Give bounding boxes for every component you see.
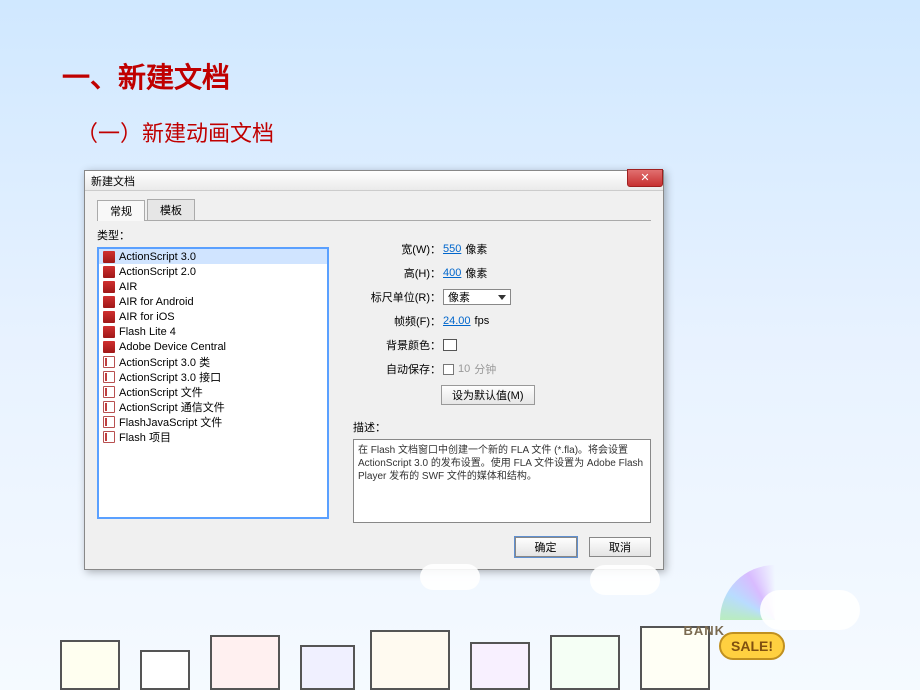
page-title: 一、新建文档 — [62, 56, 230, 96]
set-default-button[interactable]: 设为默认值(M) — [441, 385, 535, 405]
type-item[interactable]: AIR for Android — [99, 294, 327, 309]
building-icon — [470, 642, 530, 690]
as-file-icon — [103, 401, 115, 413]
type-item-label: AIR — [119, 281, 137, 293]
autosave-label: 自动保存： — [353, 361, 441, 377]
fla-file-icon — [103, 251, 115, 263]
autosave-value: 10 — [458, 363, 470, 375]
close-button[interactable]: ✕ — [627, 169, 663, 187]
cloud-icon — [420, 564, 480, 590]
type-item[interactable]: ActionScript 3.0 类 — [99, 354, 327, 369]
as-file-icon — [103, 356, 115, 368]
sale-sign: SALE! — [719, 632, 785, 660]
as-file-icon — [103, 371, 115, 383]
fla-file-icon — [103, 266, 115, 278]
type-label: 类型： — [97, 227, 329, 243]
cloud-icon — [760, 590, 860, 630]
type-item-label: FlashJavaScript 文件 — [119, 414, 222, 430]
width-unit: 像素 — [465, 241, 487, 257]
building-icon — [550, 635, 620, 690]
dialog-title: 新建文档 — [91, 173, 135, 189]
ruler-label: 标尺单位(R)： — [353, 289, 441, 305]
type-item-label: ActionScript 通信文件 — [119, 399, 225, 415]
tab-template[interactable]: 模板 — [147, 199, 195, 220]
dialog-titlebar: 新建文档 ✕ — [85, 171, 663, 191]
autosave-unit: 分钟 — [474, 361, 496, 377]
ok-button[interactable]: 确定 — [515, 537, 577, 557]
type-item[interactable]: AIR — [99, 279, 327, 294]
chevron-down-icon — [498, 295, 506, 300]
width-label: 宽(W)： — [353, 241, 441, 257]
type-item[interactable]: ActionScript 3.0 接口 — [99, 369, 327, 384]
type-item[interactable]: ActionScript 文件 — [99, 384, 327, 399]
type-item-label: ActionScript 2.0 — [119, 266, 196, 278]
description-box: 在 Flash 文档窗口中创建一个新的 FLA 文件 (*.fla)。将会设置 … — [353, 439, 651, 523]
fps-unit: fps — [475, 315, 490, 327]
fps-value[interactable]: 24.00 — [443, 315, 471, 327]
background-scene: BANK SALE! — [0, 570, 920, 690]
height-unit: 像素 — [465, 265, 487, 281]
fla-file-icon — [103, 326, 115, 338]
type-item[interactable]: Adobe Device Central — [99, 339, 327, 354]
button-bar: 确定 取消 — [85, 527, 663, 569]
dialog-body: 常规 模板 类型： ActionScript 3.0 ActionScript 2… — [85, 191, 663, 527]
bg-color-swatch[interactable] — [443, 339, 457, 351]
tab-bar: 常规 模板 — [97, 199, 651, 221]
building-icon — [300, 645, 355, 690]
bg-label: 背景颜色： — [353, 337, 441, 353]
fla-file-icon — [103, 341, 115, 353]
description-label: 描述： — [353, 419, 651, 435]
type-item-label: ActionScript 文件 — [119, 384, 203, 400]
cancel-button[interactable]: 取消 — [589, 537, 651, 557]
type-item-label: Adobe Device Central — [119, 341, 226, 353]
building-icon — [60, 640, 120, 690]
width-value[interactable]: 550 — [443, 243, 461, 255]
building-icon — [370, 630, 450, 690]
building-icon — [140, 650, 190, 690]
type-item[interactable]: FlashJavaScript 文件 — [99, 414, 327, 429]
type-item[interactable]: ActionScript 3.0 — [99, 249, 327, 264]
cloud-icon — [590, 565, 660, 595]
as-file-icon — [103, 416, 115, 428]
ruler-select[interactable]: 像素 — [443, 289, 511, 305]
type-list[interactable]: ActionScript 3.0 ActionScript 2.0 AIR AIR f… — [97, 247, 329, 519]
type-item[interactable]: ActionScript 2.0 — [99, 264, 327, 279]
ruler-value: 像素 — [448, 289, 470, 305]
fla-file-icon — [103, 296, 115, 308]
type-item[interactable]: ActionScript 通信文件 — [99, 399, 327, 414]
type-item-label: ActionScript 3.0 接口 — [119, 369, 221, 385]
type-item-label: Flash 项目 — [119, 429, 171, 445]
tab-general[interactable]: 常规 — [97, 200, 145, 221]
building-icon — [210, 635, 280, 690]
as-file-icon — [103, 431, 115, 443]
height-value[interactable]: 400 — [443, 267, 461, 279]
type-item-label: ActionScript 3.0 — [119, 251, 196, 263]
type-item-label: ActionScript 3.0 类 — [119, 354, 210, 370]
fla-file-icon — [103, 311, 115, 323]
autosave-checkbox[interactable] — [443, 364, 454, 375]
type-item[interactable]: Flash 项目 — [99, 429, 327, 444]
height-label: 高(H)： — [353, 265, 441, 281]
fla-file-icon — [103, 281, 115, 293]
as-file-icon — [103, 386, 115, 398]
new-document-dialog: 新建文档 ✕ 常规 模板 类型： ActionScript 3.0ActionS… — [84, 170, 664, 570]
type-item-label: Flash Lite 4 — [119, 326, 176, 338]
bank-sign: BANK — [683, 623, 725, 638]
type-item-label: AIR for Android — [119, 296, 194, 308]
page-subtitle: （一）新建动画文档 — [76, 116, 274, 148]
type-item-label: AIR for iOS — [119, 311, 175, 323]
type-item[interactable]: AIR for iOS — [99, 309, 327, 324]
fps-label: 帧频(F)： — [353, 313, 441, 329]
type-item[interactable]: Flash Lite 4 — [99, 324, 327, 339]
